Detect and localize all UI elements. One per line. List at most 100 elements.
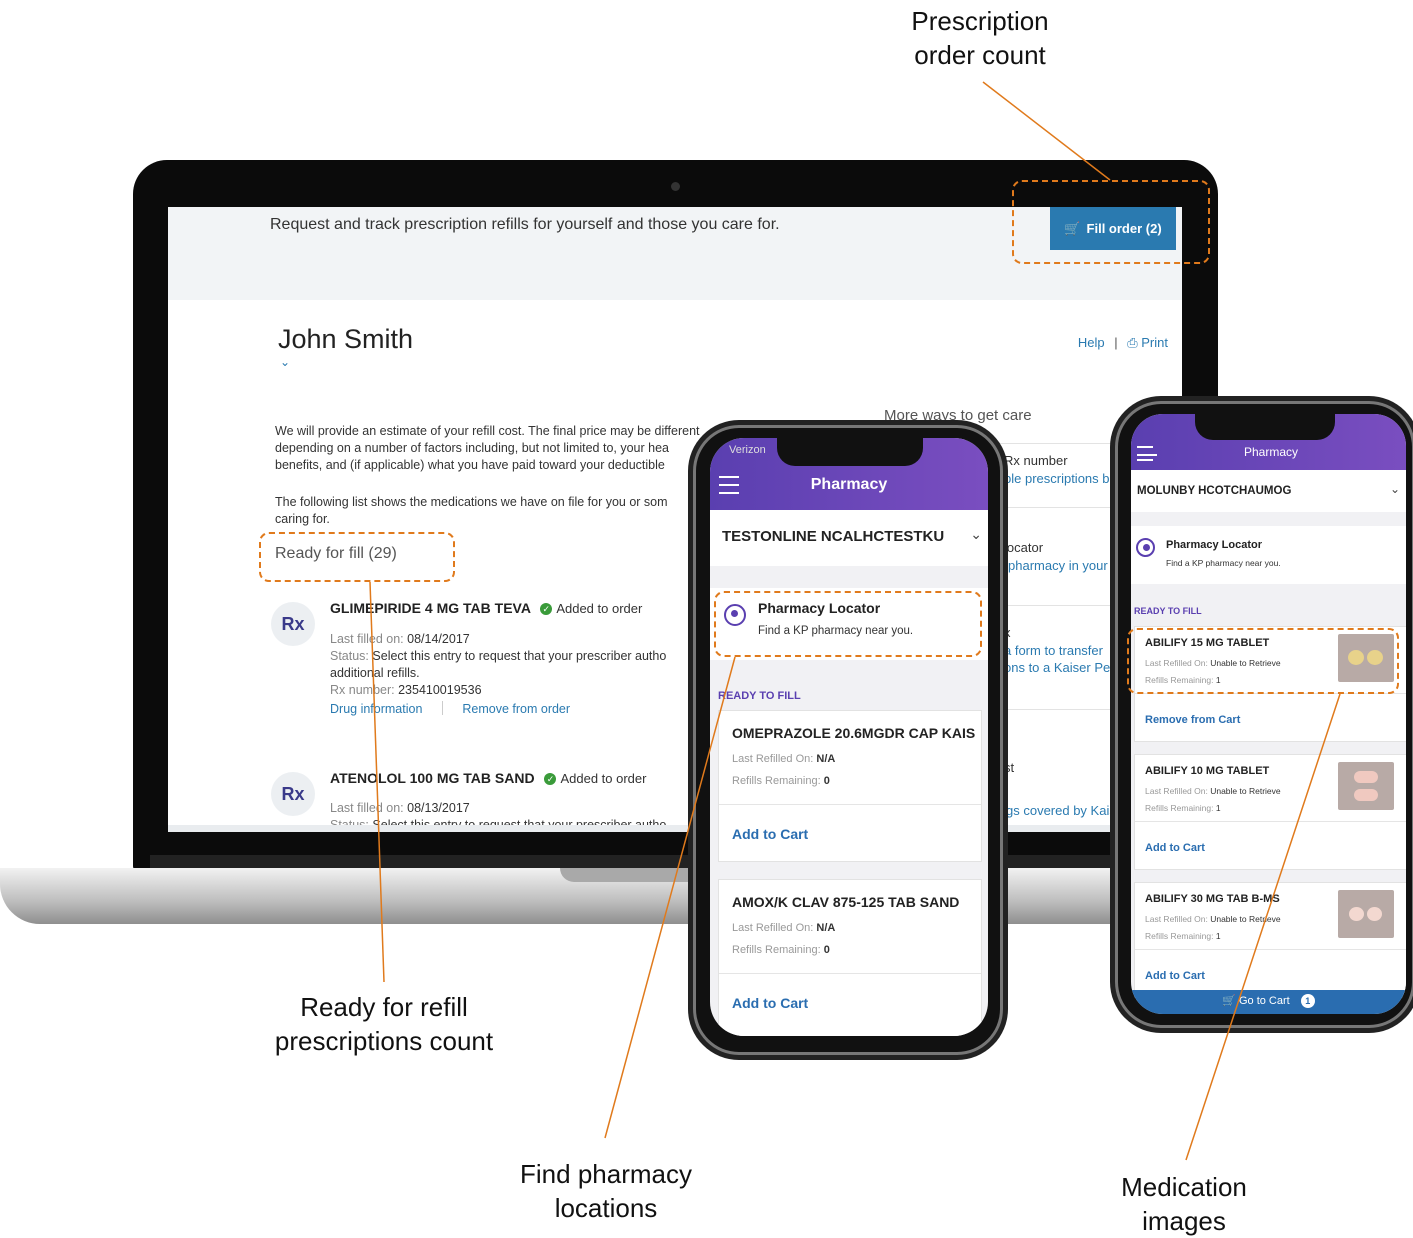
pharmacy-selector[interactable]: TESTONLINE NCALHCTESTKU ⌄ bbox=[710, 510, 988, 566]
pharmacy-locator[interactable]: Pharmacy Locator Find a KP pharmacy near… bbox=[1131, 526, 1406, 584]
caption-find-pharmacy: Find pharmacy locations bbox=[486, 1157, 726, 1225]
more-ways-title: More ways to get care bbox=[884, 407, 1032, 424]
locator-subtitle: Find a KP pharmacy near you. bbox=[1166, 558, 1281, 568]
selected-pharmacy: TESTONLINE NCALHCTESTKU bbox=[722, 528, 945, 545]
print-link[interactable]: Print bbox=[1141, 335, 1168, 350]
pharmacy-selector[interactable]: MOLUNBY HCOTCHAUMOG ⌄ bbox=[1131, 470, 1406, 512]
map-pin-icon bbox=[1136, 538, 1155, 557]
side-item-title: Rx number bbox=[1004, 453, 1068, 468]
medication-image bbox=[1338, 762, 1394, 810]
ready-to-fill-heading: READY TO FILL bbox=[718, 690, 801, 702]
refills-remaining-label: Refills Remaining: bbox=[1145, 803, 1214, 813]
pharmacy-title: Pharmacy bbox=[1243, 445, 1299, 459]
menu-icon[interactable] bbox=[1137, 446, 1157, 461]
refills-remaining: Refills Remaining: 0 bbox=[732, 775, 830, 787]
go-to-cart-label: Go to Cart bbox=[1238, 995, 1290, 1007]
caption-line: order count bbox=[914, 40, 1046, 70]
side-item-title: st bbox=[1004, 760, 1015, 775]
last-refilled-value: N/A bbox=[816, 922, 836, 934]
help-link[interactable]: Help bbox=[1078, 335, 1105, 350]
pill-shape bbox=[1367, 907, 1382, 921]
pill-shape bbox=[1354, 789, 1378, 801]
refills-remaining-value: 1 bbox=[1215, 931, 1221, 941]
screen-footer-strip bbox=[168, 825, 1182, 832]
last-refilled-value: Unable to Retrieve bbox=[1210, 786, 1281, 796]
side-item-link[interactable]: ons to a Kaiser Perm bbox=[1004, 660, 1125, 675]
phone-screen: Pharmacy MOLUNBY HCOTCHAUMOG ⌄ Pharmacy … bbox=[1131, 414, 1406, 1014]
side-item-link[interactable]: a form to transfer bbox=[1004, 643, 1103, 658]
rx-number-label: Rx number: bbox=[330, 683, 395, 697]
side-item-link[interactable]: gs covered by Kais bbox=[1006, 803, 1116, 818]
divider bbox=[1135, 949, 1406, 950]
last-refilled: Last Refilled On: N/A bbox=[732, 922, 835, 934]
last-filled: Last filled on: 08/14/2017 bbox=[330, 632, 470, 646]
side-item-link[interactable]: ble prescriptions b bbox=[1004, 471, 1110, 486]
header-description: Request and track prescription refills f… bbox=[270, 216, 780, 233]
refills-remaining-label: Refills Remaining: bbox=[1145, 931, 1214, 941]
rx-number: Rx number: 235410019536 bbox=[330, 683, 482, 697]
cart-icon: 🛒 bbox=[1222, 995, 1236, 1007]
ready-to-fill-heading: READY TO FILL bbox=[1134, 606, 1202, 616]
caption-line: Ready for refill bbox=[300, 992, 468, 1022]
check-icon: ✓ bbox=[540, 603, 553, 615]
refills-remaining: Refills Remaining: 1 bbox=[1145, 931, 1221, 941]
last-refilled: Last Refilled On: N/A bbox=[732, 753, 835, 765]
chevron-down-icon[interactable]: ⌄ bbox=[280, 355, 290, 369]
rx-icon: Rx bbox=[271, 602, 315, 646]
medication-name: ABILIFY 10 MG TABLET bbox=[1145, 765, 1270, 777]
rx-icon: Rx bbox=[271, 772, 315, 816]
add-to-cart-button[interactable]: Add to Cart bbox=[1145, 842, 1205, 854]
member-name[interactable]: John Smith bbox=[278, 324, 413, 355]
drug-information-link[interactable]: Drug information bbox=[330, 702, 422, 716]
side-item-link[interactable]: pharmacy in your bbox=[1008, 558, 1108, 573]
medication-name-text: ATENOLOL 100 MG TAB SAND bbox=[330, 770, 535, 786]
chevron-down-icon: ⌄ bbox=[1389, 482, 1400, 496]
annotation-highlight-pharmacy-locator bbox=[714, 591, 982, 657]
added-badge: ✓ Added to order bbox=[544, 771, 646, 786]
caption-ready-count: Ready for refill prescriptions count bbox=[244, 990, 524, 1058]
help-print-links: Help | ⎙ Print bbox=[1077, 335, 1168, 350]
phone-notch bbox=[777, 438, 923, 466]
refills-remaining-value: 1 bbox=[1215, 803, 1221, 813]
last-refilled-value: Unable to Retrieve bbox=[1210, 914, 1281, 924]
side-item-title: locator bbox=[1004, 540, 1044, 555]
medication-name[interactable]: GLIMEPIRIDE 4 MG TAB TEVA ✓ Added to orde… bbox=[330, 600, 642, 616]
added-badge: ✓ Added to order bbox=[540, 601, 642, 616]
annotation-highlight-order-count bbox=[1012, 180, 1210, 264]
remove-from-cart-button[interactable]: Remove from Cart bbox=[1145, 714, 1240, 726]
refills-remaining-value: 0 bbox=[823, 775, 830, 787]
med-actions: Drug information Remove from order bbox=[330, 701, 570, 716]
medication-name: ABILIFY 30 MG TAB B-MS bbox=[1145, 893, 1280, 905]
printer-icon[interactable]: ⎙ bbox=[1127, 335, 1137, 350]
remove-from-order-link[interactable]: Remove from order bbox=[462, 702, 570, 716]
medication-name: AMOX/K CLAV 875-125 TAB SAND bbox=[732, 894, 960, 910]
refills-remaining-label: Refills Remaining: bbox=[732, 775, 821, 787]
medication-card: ABILIFY 30 MG TAB B-MS Last Refilled On:… bbox=[1134, 882, 1406, 998]
last-filled-value: 08/14/2017 bbox=[407, 632, 470, 646]
divider bbox=[1135, 821, 1406, 822]
last-refilled-label: Last Refilled On: bbox=[1145, 786, 1208, 796]
locator-title: Pharmacy Locator bbox=[1166, 539, 1262, 551]
last-filled-label: Last filled on: bbox=[330, 632, 404, 646]
last-filled-value: 08/13/2017 bbox=[407, 801, 470, 815]
add-to-cart-button[interactable]: Add to Cart bbox=[1145, 970, 1205, 982]
pill-shape bbox=[1349, 907, 1364, 921]
status-value: Select this entry to request that your p… bbox=[372, 649, 667, 663]
add-to-cart-button[interactable]: Add to Cart bbox=[732, 826, 808, 842]
side-item-title: x bbox=[1004, 625, 1011, 640]
go-to-cart-bar[interactable]: 🛒 Go to Cart 1 bbox=[1131, 990, 1406, 1014]
phone-notch bbox=[1195, 414, 1335, 440]
rx-number-value: 235410019536 bbox=[398, 683, 482, 697]
last-refilled: Last Refilled On: Unable to Retrieve bbox=[1145, 914, 1281, 924]
caption-order-count: Prescription order count bbox=[880, 4, 1080, 72]
medication-name[interactable]: ATENOLOL 100 MG TAB SAND ✓ Added to order bbox=[330, 770, 646, 786]
add-to-cart-button[interactable]: Add to Cart bbox=[732, 995, 808, 1011]
annotation-highlight-medication-image bbox=[1127, 628, 1399, 694]
medication-card: AMOX/K CLAV 875-125 TAB SAND Last Refill… bbox=[718, 879, 982, 1036]
status-label: Status: bbox=[330, 649, 369, 663]
caption-line: Find pharmacy bbox=[520, 1159, 692, 1189]
caption-line: images bbox=[1142, 1206, 1226, 1236]
phone-screen: Verizon Pharmacy TESTONLINE NCALHCTESTKU… bbox=[710, 438, 988, 1036]
caption-line: Prescription bbox=[911, 6, 1049, 36]
status-continued: additional refills. bbox=[330, 666, 420, 680]
